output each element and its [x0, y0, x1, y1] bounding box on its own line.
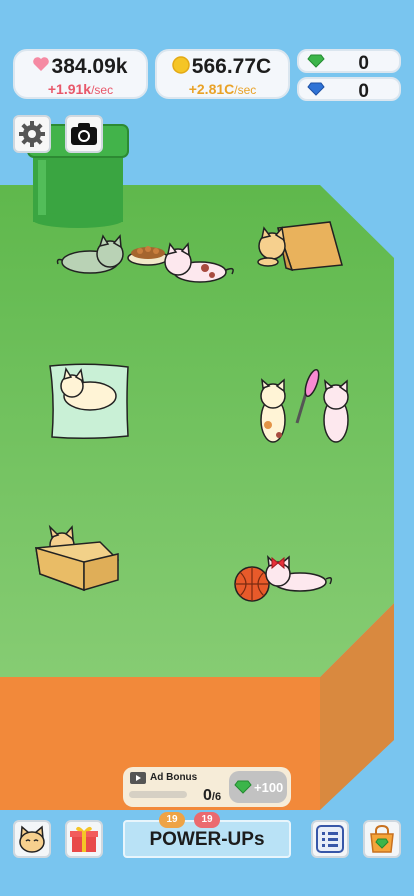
video-icon — [130, 772, 146, 784]
list-icon — [316, 825, 344, 853]
ad-bonus-progress-bar — [129, 791, 187, 798]
gift-button[interactable] — [65, 820, 103, 858]
game-scene — [0, 124, 394, 810]
powerups-label: POWER-UPs — [149, 829, 265, 850]
ad-bonus-reward-button[interactable]: +100 — [229, 771, 287, 803]
list-button[interactable] — [311, 820, 349, 858]
camera-icon — [71, 123, 97, 145]
ad-bonus-panel[interactable]: Ad Bonus 0/6 +100 — [123, 767, 291, 807]
camera-button[interactable] — [65, 115, 103, 153]
ad-bonus-progress: 0/6 — [203, 787, 222, 804]
shop-bag-icon — [370, 824, 394, 853]
cats-button[interactable] — [13, 820, 51, 858]
settings-button[interactable] — [13, 115, 51, 153]
cushion-cat — [49, 363, 129, 440]
gift-box-icon — [70, 826, 98, 852]
cat-face-icon — [19, 825, 45, 853]
ad-bonus-label: Ad Bonus — [150, 772, 198, 783]
ad-bonus-reward: +100 — [254, 780, 284, 795]
powerups-badge-left: 19 — [159, 812, 185, 828]
green-gem-icon — [234, 780, 252, 794]
shop-button[interactable] — [363, 820, 401, 858]
powerups-badge-right: 19 — [194, 812, 220, 828]
settings-gear-icon — [19, 121, 45, 147]
